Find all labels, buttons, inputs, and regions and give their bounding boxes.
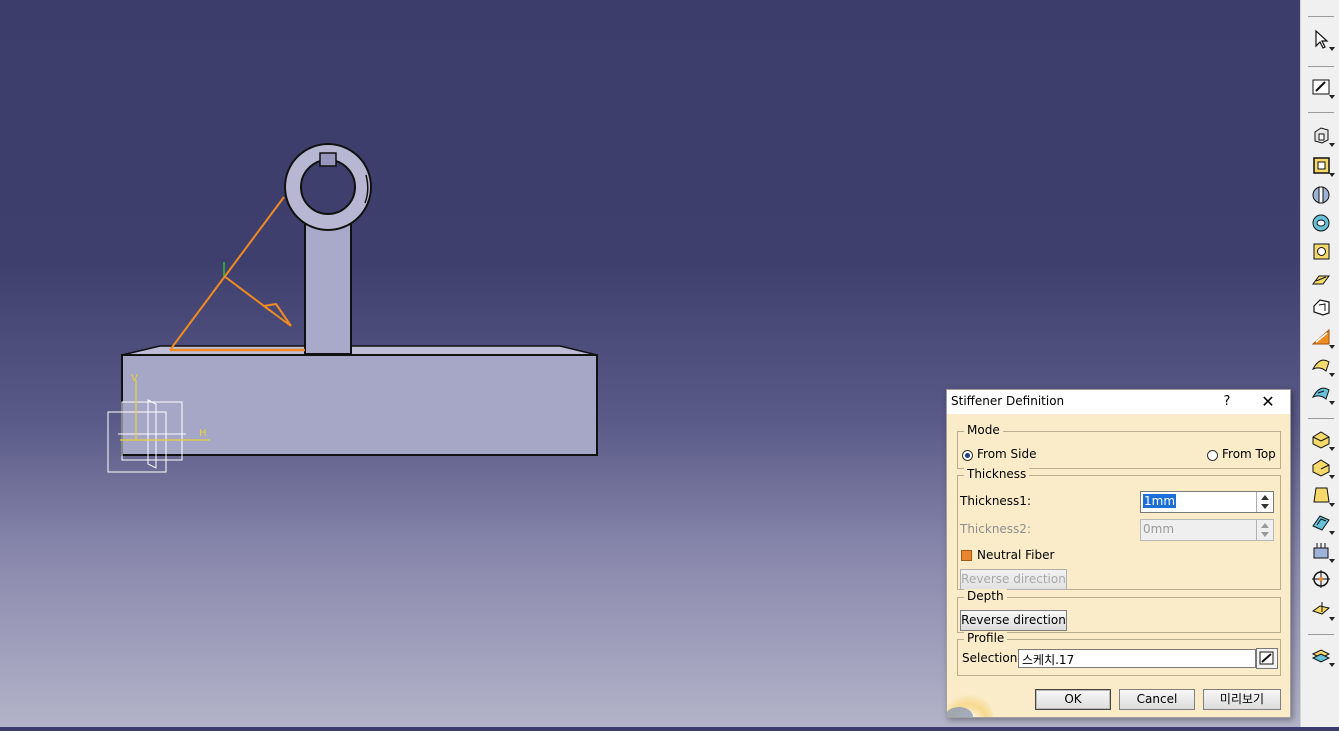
thickness-legend: Thickness	[964, 467, 1030, 481]
arm	[304, 209, 352, 355]
mode-legend: Mode	[964, 423, 1003, 437]
depth-group: Depth Reverse direction	[957, 589, 1281, 633]
right-toolbar	[1300, 0, 1339, 727]
toolbar-separator	[1308, 66, 1334, 67]
selection-field[interactable]: 스케치.17	[1018, 649, 1256, 668]
dialog-body: Mode From Side From Top Thickness Thickn…	[947, 414, 1290, 717]
thick-surface-icon[interactable]	[1310, 644, 1336, 668]
dialog-title: Stiffener Definition	[951, 394, 1065, 408]
sketcher-icon[interactable]	[1310, 76, 1336, 100]
thickness-reverse-direction-button: Reverse direction	[960, 569, 1067, 590]
pocket-icon[interactable]	[1310, 154, 1336, 178]
stiffener-icon[interactable]	[1310, 326, 1336, 350]
toolbar-separator	[1308, 418, 1334, 419]
thickness2-spinner: 0mm	[1140, 519, 1274, 541]
groove-icon[interactable]	[1310, 212, 1336, 236]
mode-group: Mode From Side From Top	[957, 423, 1281, 469]
depth-reverse-direction-button[interactable]: Reverse direction	[960, 610, 1067, 631]
h-axis-label: H	[199, 428, 207, 439]
thickness1-value[interactable]: 1mm	[1143, 494, 1177, 508]
selection-value[interactable]: 스케치.17	[1022, 651, 1074, 668]
cancel-button[interactable]: Cancel	[1119, 689, 1195, 710]
thickness1-spinner[interactable]: 1mm	[1140, 491, 1274, 513]
removed-multi-section-icon[interactable]	[1310, 382, 1336, 406]
hole-icon[interactable]	[1310, 240, 1336, 264]
slot-icon[interactable]	[1310, 296, 1336, 320]
thickness1-label: Thickness1:	[960, 494, 1031, 508]
from-top-label[interactable]: From Top	[1222, 447, 1276, 461]
draft-icon[interactable]	[1310, 484, 1336, 508]
help-button[interactable]: ?	[1217, 392, 1237, 412]
extrude-icon[interactable]	[1310, 124, 1336, 148]
preview-button[interactable]: 미리보기	[1203, 689, 1281, 710]
split-icon[interactable]	[1310, 598, 1336, 622]
thickness2-value: 0mm	[1143, 522, 1175, 536]
select-arrow-icon[interactable]	[1310, 28, 1336, 52]
toolbar-separator	[1308, 16, 1334, 17]
stiffener-profile-diagonal	[169, 196, 285, 351]
stiffener-definition-dialog: Stiffener Definition ? ✕ Mode From Side …	[946, 389, 1291, 718]
thickness2-label: Thickness2:	[960, 522, 1031, 536]
shaft-icon[interactable]	[1310, 184, 1336, 208]
sketch-edit-icon[interactable]	[1256, 648, 1278, 669]
neutral-fiber-label[interactable]: Neutral Fiber	[977, 548, 1054, 562]
app-logo-icon	[947, 686, 993, 717]
chamfer-icon[interactable]	[1310, 456, 1336, 480]
shell-icon[interactable]	[1310, 512, 1336, 536]
thickness2-updown	[1256, 520, 1273, 540]
profile-legend: Profile	[964, 631, 1008, 645]
thread-icon[interactable]	[1310, 568, 1336, 592]
from-top-radio[interactable]	[1207, 450, 1218, 461]
profile-group: Profile Selection: 스케치.17	[957, 631, 1281, 676]
rib-icon[interactable]	[1310, 268, 1336, 292]
neutral-fiber-checkbox[interactable]	[961, 550, 972, 561]
direction-arrow-head	[261, 302, 292, 327]
dialog-titlebar[interactable]: Stiffener Definition ? ✕	[947, 390, 1290, 414]
close-button[interactable]: ✕	[1257, 392, 1279, 412]
ring-hole	[300, 159, 356, 215]
ok-button[interactable]: OK	[1035, 689, 1111, 710]
multi-section-icon[interactable]	[1310, 354, 1336, 378]
keyway	[319, 152, 337, 167]
toolbar-separator	[1308, 634, 1334, 635]
from-side-radio[interactable]	[962, 450, 973, 461]
toolbar-separator	[1308, 112, 1334, 113]
thickness-group: Thickness Thickness1: 1mm Thickness2: 0m…	[957, 467, 1281, 590]
selection-label: Selection:	[962, 651, 1022, 665]
from-side-label[interactable]: From Side	[977, 447, 1037, 461]
v-axis-label: V	[131, 373, 138, 384]
thickness-icon[interactable]	[1310, 540, 1336, 564]
thickness1-updown[interactable]	[1256, 492, 1273, 512]
fillet-icon[interactable]	[1310, 428, 1336, 452]
depth-legend: Depth	[964, 589, 1007, 603]
